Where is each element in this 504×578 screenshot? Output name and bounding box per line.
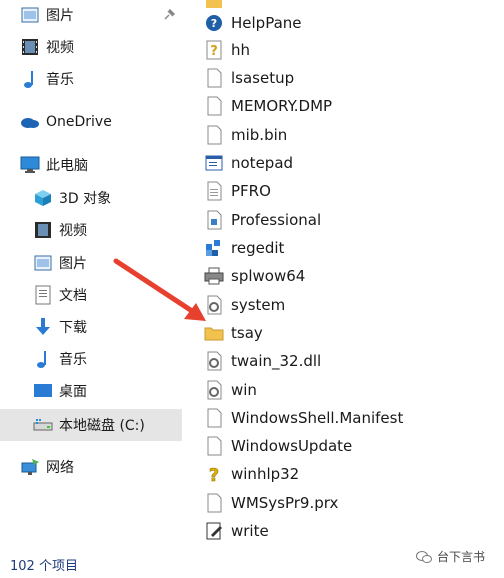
svg-text:?: ? <box>210 44 218 59</box>
file-item[interactable]: WindowsUpdate <box>204 433 352 459</box>
nav-item-local-disk[interactable]: 本地磁盘 (C:) <box>0 409 182 441</box>
this-pc-icon <box>20 155 40 175</box>
music-icon <box>33 349 53 369</box>
nav-item-label: 网络 <box>46 460 74 476</box>
help-file-icon: ? <box>204 39 224 61</box>
pin-icon[interactable] <box>162 8 176 22</box>
file-name: PFRO <box>231 182 271 200</box>
file-name: MEMORY.DMP <box>231 97 333 115</box>
watermark: 台下言书 <box>416 548 485 565</box>
notepad-icon <box>204 152 224 174</box>
file-name: mib.bin <box>231 126 288 144</box>
nav-item-label: 音乐 <box>59 352 87 368</box>
file-icon <box>204 435 224 457</box>
nav-item-label: 音乐 <box>46 72 74 88</box>
svg-text:?: ? <box>211 17 217 30</box>
file-item[interactable]: ? HelpPane <box>204 10 302 36</box>
file-icon <box>204 492 224 514</box>
file-item[interactable]: twain_32.dll <box>204 348 321 374</box>
downloads-icon <box>33 317 53 337</box>
music-icon <box>20 69 40 89</box>
drive-icon <box>33 415 53 435</box>
desktop-icon <box>33 381 53 401</box>
nav-item-label: 此电脑 <box>46 158 88 174</box>
nav-item-this-pc[interactable]: 此电脑 <box>20 151 184 179</box>
status-item-count: 102 个项目 <box>10 559 78 574</box>
nav-item-label: OneDrive <box>46 114 112 130</box>
file-item[interactable]: PFRO <box>204 178 271 204</box>
settings-file-icon <box>204 350 224 372</box>
nav-item-desktop[interactable]: 桌面 <box>33 377 184 405</box>
nav-item-videos[interactable]: 视频 <box>20 33 184 61</box>
file-item[interactable]: MEMORY.DMP <box>204 93 332 119</box>
file-name: WindowsShell.Manifest <box>231 409 404 427</box>
help-icon: ? <box>204 12 224 34</box>
nav-item-label: 图片 <box>59 256 87 272</box>
file-name: splwow64 <box>231 267 306 285</box>
file-item[interactable]: lsasetup <box>204 65 294 91</box>
watermark-text: 台下言书 <box>437 550 486 564</box>
nav-item-music-2[interactable]: 音乐 <box>33 345 184 373</box>
nav-item-label: 视频 <box>59 223 87 239</box>
file-item[interactable]: notepad <box>204 150 293 176</box>
text-file-icon <box>204 180 224 202</box>
file-icon <box>204 95 224 117</box>
file-item[interactable]: mib.bin <box>204 122 287 148</box>
documents-icon <box>33 285 53 305</box>
videos-icon <box>33 220 53 240</box>
annotation-arrow-icon <box>113 258 206 321</box>
nav-item-music[interactable]: 音乐 <box>20 65 184 93</box>
nav-item-pictures[interactable]: 图片 <box>20 1 184 29</box>
file-name: Professional <box>231 211 322 229</box>
file-icon <box>204 407 224 429</box>
file-name: notepad <box>231 154 294 172</box>
help-icon-yellow: ? <box>204 463 224 485</box>
3d-objects-icon <box>33 188 53 208</box>
nav-item-videos-2[interactable]: 视频 <box>33 216 184 244</box>
file-name: write <box>231 522 269 540</box>
file-name: HelpPane <box>231 14 302 32</box>
onedrive-icon <box>20 112 40 132</box>
pictures-icon <box>20 5 40 25</box>
nav-item-label: 本地磁盘 (C:) <box>59 418 145 434</box>
nav-item-onedrive[interactable]: OneDrive <box>20 108 184 136</box>
file-name: hh <box>231 41 251 59</box>
nav-item-label: 视频 <box>46 40 74 56</box>
file-name: twain_32.dll <box>231 352 322 370</box>
xml-file-icon <box>204 209 224 231</box>
file-item[interactable]: WMSysPr9.prx <box>204 490 338 516</box>
nav-item-label: 3D 对象 <box>59 191 112 207</box>
nav-item-label: 图片 <box>46 8 74 24</box>
videos-icon <box>20 37 40 57</box>
file-item[interactable]: WindowsShell.Manifest <box>204 405 403 431</box>
file-name: WMSysPr9.prx <box>231 494 339 512</box>
file-item[interactable]: Professional <box>204 207 321 233</box>
file-name: tsay <box>231 324 263 342</box>
file-name: regedit <box>231 239 285 257</box>
svg-text:?: ? <box>209 465 219 484</box>
file-item[interactable]: write <box>204 518 269 544</box>
file-icon <box>204 124 224 146</box>
wechat-icon <box>416 550 432 563</box>
file-name: lsasetup <box>231 69 295 87</box>
file-name: WindowsUpdate <box>231 437 353 455</box>
file-name: win <box>231 381 257 399</box>
file-item[interactable]: win <box>204 377 257 403</box>
network-icon <box>20 457 40 477</box>
file-icon <box>204 67 224 89</box>
write-icon <box>204 520 224 542</box>
file-name: winhlp32 <box>231 465 300 483</box>
pictures-icon <box>33 253 53 273</box>
file-name: system <box>231 296 286 314</box>
nav-item-label: 下载 <box>59 320 87 336</box>
nav-item-label: 文档 <box>59 288 87 304</box>
file-item[interactable]: ? winhlp32 <box>204 461 300 487</box>
settings-file-icon <box>204 379 224 401</box>
nav-item-3d-objects[interactable]: 3D 对象 <box>33 184 184 212</box>
nav-item-network[interactable]: 网络 <box>20 453 184 481</box>
nav-item-label: 桌面 <box>59 384 87 400</box>
file-item[interactable]: ? hh <box>204 37 250 63</box>
